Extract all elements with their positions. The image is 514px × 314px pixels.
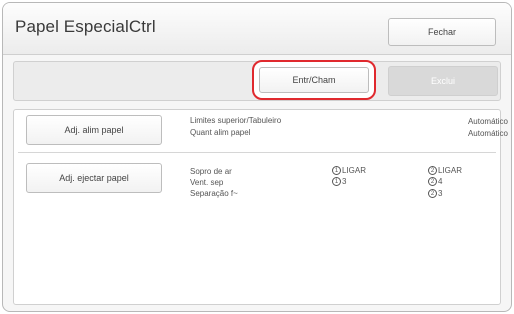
eject-row-value-1: 1 LIGAR xyxy=(332,166,366,176)
eject-row-value-2: 2 LIGAR xyxy=(428,166,462,176)
eject-row-label: Sopro de ar xyxy=(190,167,232,176)
circled-number-icon: 1 xyxy=(332,177,341,187)
feed-row-value: Automático xyxy=(467,129,508,138)
section-divider xyxy=(18,152,496,153)
feed-adjust-button[interactable]: Adj. alim papel xyxy=(26,115,162,145)
delete-button: Exclui xyxy=(388,66,498,96)
entry-call-button[interactable]: Entr/Cham xyxy=(259,67,369,93)
feed-row-value: Automático xyxy=(467,117,508,126)
close-button[interactable]: Fechar xyxy=(388,18,496,46)
feed-row-label: Quant alim papel xyxy=(190,128,251,137)
eject-row-value-2: 23 xyxy=(428,189,442,199)
circled-number-icon: 1 xyxy=(332,166,341,176)
circled-number-icon: 2 xyxy=(428,189,437,199)
entry-call-button-highlight[interactable]: Entr/Cham xyxy=(252,60,376,100)
page-title: Papel EspecialCtrl xyxy=(15,17,156,36)
eject-row-value-1: 13 xyxy=(332,177,346,187)
circled-number-icon: 2 xyxy=(428,177,437,187)
circled-number-icon: 2 xyxy=(428,166,437,176)
eject-row-value-2: 24 xyxy=(428,177,442,187)
eject-row-label: Vent. sep xyxy=(190,178,224,187)
feed-row-label: Limites superior/Tabuleiro xyxy=(190,116,282,125)
special-paper-control-dialog: Papel EspecialCtrl xyxy=(2,2,512,312)
eject-row-label: Separação f~ xyxy=(190,189,238,198)
eject-adjust-button[interactable]: Adj. ejectar papel xyxy=(26,163,162,193)
